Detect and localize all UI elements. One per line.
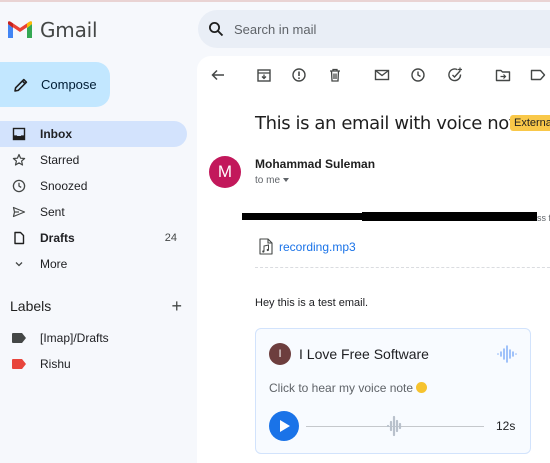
move-to-icon[interactable] [495, 67, 511, 83]
email-view: This is an email with voice note Externa… [197, 56, 550, 463]
compose-button[interactable]: Compose [0, 62, 110, 107]
delete-icon[interactable] [327, 67, 343, 83]
inbox-icon [12, 127, 26, 141]
email-toolbar [197, 56, 550, 94]
email-body: Hey this is a test email. [255, 297, 369, 309]
voice-card-subtitle-text: Click to hear my voice note [269, 381, 414, 395]
label-icon[interactable] [530, 67, 546, 83]
search-bar[interactable]: Search in mail [198, 10, 550, 48]
recipients-dropdown[interactable]: to me [255, 175, 290, 186]
gmail-logo[interactable]: Gmail [8, 18, 98, 42]
audio-file-icon [259, 238, 273, 255]
mark-unread-icon[interactable] [374, 67, 390, 83]
attachment-divider [255, 267, 550, 268]
labels-header: Labels + [10, 297, 182, 315]
search-input[interactable]: Search in mail [234, 22, 316, 37]
drafts-count: 24 [164, 232, 177, 244]
sidebar-nav: Inbox Starred Snoozed Sent Drafts 24 Mor… [0, 121, 197, 277]
voice-card-subtitle: Click to hear my voice note [269, 381, 428, 395]
attachment-link[interactable]: recording.mp3 [259, 238, 356, 255]
add-task-icon[interactable] [447, 67, 463, 83]
play-button[interactable] [269, 411, 299, 441]
clock-icon [12, 179, 26, 193]
snooze-icon[interactable] [410, 67, 426, 83]
label-tag-icon [12, 359, 26, 369]
back-arrow-icon[interactable] [210, 67, 226, 83]
label-item-imap-drafts[interactable]: [Imap]/Drafts [0, 326, 197, 350]
voice-note-card[interactable]: I I Love Free Software Click to hear my … [255, 328, 531, 454]
recipients-label: to me [255, 175, 281, 186]
voice-card-title: I Love Free Software [299, 346, 429, 362]
search-icon[interactable] [208, 21, 224, 37]
email-subject: This is an email with voice note [255, 113, 527, 134]
chevron-down-icon [15, 262, 23, 267]
audio-duration: 12s [496, 419, 516, 433]
sender-avatar[interactable]: M [209, 156, 241, 188]
sidebar-item-label: Sent [40, 205, 65, 219]
label-item-label: [Imap]/Drafts [40, 331, 109, 345]
attachment-name: recording.mp3 [279, 239, 356, 254]
star-icon [12, 153, 26, 166]
label-tag-icon [12, 333, 26, 343]
sidebar-item-label: Snoozed [40, 179, 88, 193]
sidebar-item-label: Drafts [40, 231, 75, 245]
sidebar-item-starred[interactable]: Starred [0, 147, 197, 173]
sidebar-item-label: Inbox [40, 127, 72, 141]
caret-down-icon [283, 178, 290, 183]
report-spam-icon[interactable] [291, 67, 307, 83]
compose-label: Compose [41, 77, 97, 92]
sidebar-item-sent[interactable]: Sent [0, 199, 197, 225]
external-badge[interactable]: External [510, 115, 550, 131]
sender-name[interactable]: Mohammad Suleman [255, 157, 375, 171]
gmail-m-icon [8, 21, 32, 38]
sidebar: Gmail Compose Inbox Starred Snoozed Sent… [0, 0, 197, 463]
waveform-icon [497, 345, 517, 363]
sidebar-item-drafts[interactable]: Drafts 24 [0, 225, 197, 251]
smile-emoji-icon [416, 382, 428, 393]
sidebar-item-label: Starred [40, 153, 80, 167]
archive-icon[interactable] [256, 67, 272, 83]
draft-icon [14, 231, 25, 245]
sidebar-item-more[interactable]: More [0, 251, 197, 277]
label-item-rishu[interactable]: Rishu [0, 352, 197, 376]
redacted-text-tail: ss f [537, 213, 550, 223]
voice-card-avatar: I [269, 343, 291, 365]
add-label-button[interactable]: + [171, 297, 182, 315]
label-item-label: Rishu [40, 357, 71, 371]
send-icon [12, 206, 26, 218]
redaction-bar [362, 212, 537, 221]
app-name: Gmail [40, 18, 98, 42]
waveform-scrubber[interactable] [384, 411, 404, 441]
sidebar-item-snoozed[interactable]: Snoozed [0, 173, 197, 199]
sidebar-item-label: More [40, 257, 68, 271]
pencil-icon [14, 78, 28, 92]
labels-title: Labels [10, 298, 52, 314]
sidebar-item-inbox[interactable]: Inbox [0, 121, 187, 147]
redaction-bar [242, 213, 366, 220]
